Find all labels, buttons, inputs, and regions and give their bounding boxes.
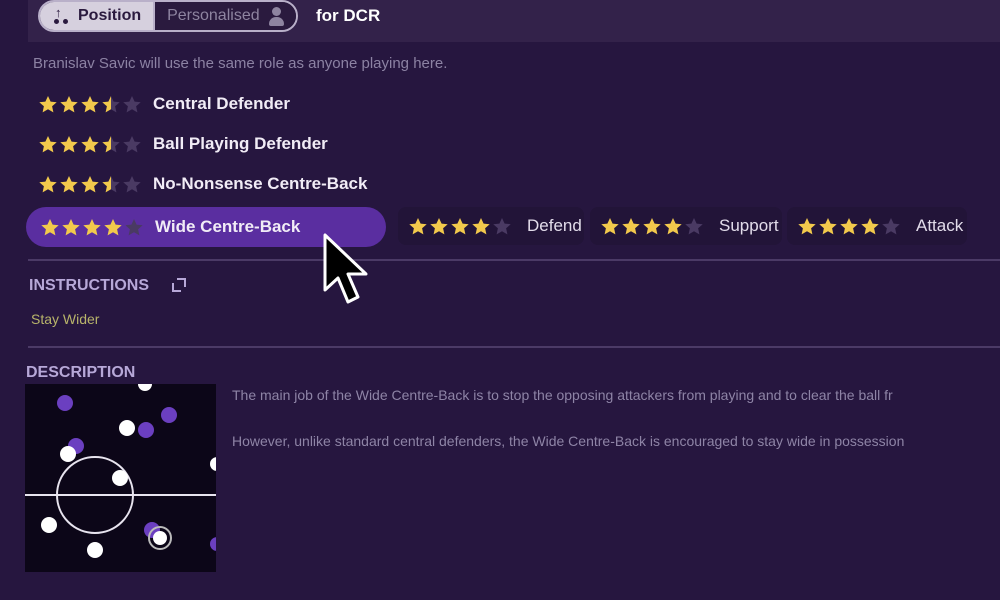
role-item-central-defender[interactable]: Central Defender <box>38 91 290 117</box>
star-empty-icon <box>492 217 512 236</box>
star-filled-icon <box>80 135 100 154</box>
toggle-personalised-label: Personalised <box>167 7 260 24</box>
star-filled-icon <box>471 217 491 236</box>
star-filled-icon <box>82 218 102 237</box>
instruction-item: Stay Wider <box>31 311 100 327</box>
role-name: No-Nonsense Centre-Back <box>153 174 368 193</box>
star-half-icon <box>101 95 121 114</box>
role-name: Central Defender <box>153 94 290 113</box>
star-filled-icon <box>621 217 641 236</box>
star-rating <box>600 217 705 236</box>
duty-attack[interactable]: Attack <box>787 207 967 245</box>
role-name: Wide Centre-Back <box>155 217 301 236</box>
role-source-toggle: ↑ Position Personalised <box>38 0 298 32</box>
description-paragraph: However, unlike standard central defende… <box>232 433 905 449</box>
star-rating <box>408 217 513 236</box>
teammate-marker <box>41 517 57 533</box>
star-filled-icon <box>429 217 449 236</box>
star-filled-icon <box>860 217 880 236</box>
teammate-marker <box>138 384 152 391</box>
star-filled-icon <box>59 135 79 154</box>
star-filled-icon <box>61 218 81 237</box>
teammate-marker <box>210 457 216 471</box>
role-item-no-nonsense-centre-back[interactable]: No-Nonsense Centre-Back <box>38 171 367 197</box>
star-filled-icon <box>600 217 620 236</box>
star-empty-icon <box>684 217 704 236</box>
star-empty-icon <box>881 217 901 236</box>
person-icon <box>268 6 284 26</box>
star-filled-icon <box>839 217 859 236</box>
star-empty-icon <box>122 95 142 114</box>
star-filled-icon <box>663 217 683 236</box>
star-filled-icon <box>103 218 123 237</box>
duty-label: Defend <box>527 216 582 235</box>
star-rating <box>38 175 143 194</box>
teammate-marker <box>119 420 135 436</box>
star-filled-icon <box>450 217 470 236</box>
divider <box>28 346 1000 348</box>
position-label: for DCR <box>316 6 381 25</box>
star-filled-icon <box>59 175 79 194</box>
star-filled-icon <box>80 175 100 194</box>
star-filled-icon <box>408 217 428 236</box>
duty-support[interactable]: Support <box>590 207 782 245</box>
star-rating <box>38 135 143 154</box>
opponent-marker <box>138 422 154 438</box>
star-empty-icon <box>124 218 144 237</box>
opponent-marker <box>210 537 216 551</box>
duty-defend[interactable]: Defend <box>398 207 584 245</box>
description-paragraph: The main job of the Wide Centre-Back is … <box>232 387 893 403</box>
star-filled-icon <box>40 218 60 237</box>
star-filled-icon <box>80 95 100 114</box>
mouse-cursor-icon <box>323 233 368 304</box>
role-name: Ball Playing Defender <box>153 134 328 153</box>
star-rating <box>40 218 145 237</box>
teammate-marker <box>87 542 103 558</box>
star-filled-icon <box>38 135 58 154</box>
star-filled-icon <box>818 217 838 236</box>
role-movement-diagram <box>25 384 216 572</box>
star-filled-icon <box>38 95 58 114</box>
star-empty-icon <box>122 175 142 194</box>
duty-label: Support <box>719 216 779 235</box>
toggle-position-label: Position <box>78 7 142 24</box>
opponent-marker <box>57 395 73 411</box>
position-icon: ↑ <box>52 6 70 26</box>
role-note: Branislav Savic will use the same role a… <box>33 55 448 72</box>
opponent-marker <box>161 407 177 423</box>
star-filled-icon <box>797 217 817 236</box>
instructions-heading: INSTRUCTIONS <box>29 277 149 294</box>
star-empty-icon <box>122 135 142 154</box>
teammate-marker <box>112 470 128 486</box>
star-filled-icon <box>38 175 58 194</box>
teammate-marker <box>60 446 76 462</box>
star-half-icon <box>101 135 121 154</box>
duty-label: Attack <box>916 216 964 235</box>
star-half-icon <box>101 175 121 194</box>
star-rating <box>797 217 902 236</box>
popout-icon[interactable] <box>172 278 186 292</box>
star-rating <box>38 95 143 114</box>
role-item-ball-playing-defender[interactable]: Ball Playing Defender <box>38 131 328 157</box>
divider <box>28 259 1000 261</box>
star-filled-icon <box>642 217 662 236</box>
player-marker <box>153 531 167 545</box>
toggle-position[interactable]: ↑ Position <box>40 2 154 30</box>
description-heading: DESCRIPTION <box>26 364 136 381</box>
star-filled-icon <box>59 95 79 114</box>
toggle-personalised[interactable]: Personalised <box>153 2 296 30</box>
